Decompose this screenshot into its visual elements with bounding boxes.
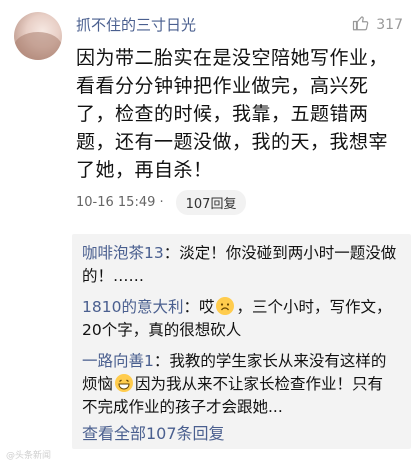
reply-author[interactable]: 咖啡泡茶13 xyxy=(82,244,164,262)
avatar[interactable] xyxy=(14,12,62,60)
reply-author[interactable]: 1810的意大利 xyxy=(82,298,183,316)
reply-author[interactable]: 一路向善1 xyxy=(82,352,154,370)
like-button[interactable]: 317 xyxy=(352,14,403,36)
replies-panel: 咖啡泡茶13：淡定！你没碰到两小时一题没做的！…… 1810的意大利：哎 ，三个小… xyxy=(72,234,411,449)
reply-count-button[interactable]: 107回复 xyxy=(175,190,247,215)
comment-text: 因为带二胎实在是没空陪她写作业，看看分分钟钟把作业做完，高兴死了，检查的时候，我… xyxy=(76,47,389,181)
comment-meta: 10-16 15:49 · 107回复 xyxy=(76,190,247,215)
thumbs-up-icon xyxy=(352,14,370,36)
comment-timestamp: 10-16 15:49 · xyxy=(76,195,164,210)
view-all-replies-link[interactable]: 查看全部107条回复 xyxy=(82,420,225,444)
reply-item[interactable]: 一路向善1：我教的学生家长从来没有这样的烦恼 因为我从来不让家长检查作业！只有不完… xyxy=(82,350,398,419)
watermark: @头条新闻 xyxy=(6,451,52,461)
comment-card: 抓不住的三寸日光 317 因为带二胎实在是没空陪她写作业，看看分分钟钟把作业做完… xyxy=(0,0,417,466)
like-count: 317 xyxy=(376,17,403,33)
grin-emoji-icon xyxy=(115,374,134,392)
comment-username[interactable]: 抓不住的三寸日光 xyxy=(76,14,196,35)
reply-text: ：哎 xyxy=(183,298,215,316)
reply-item[interactable]: 1810的意大利：哎 ，三个小时，写作文，20个字，真的很想砍人 xyxy=(82,296,398,342)
sad-face-emoji-icon xyxy=(216,297,235,315)
reply-item[interactable]: 咖啡泡茶13：淡定！你没碰到两小时一题没做的！…… xyxy=(82,242,398,288)
